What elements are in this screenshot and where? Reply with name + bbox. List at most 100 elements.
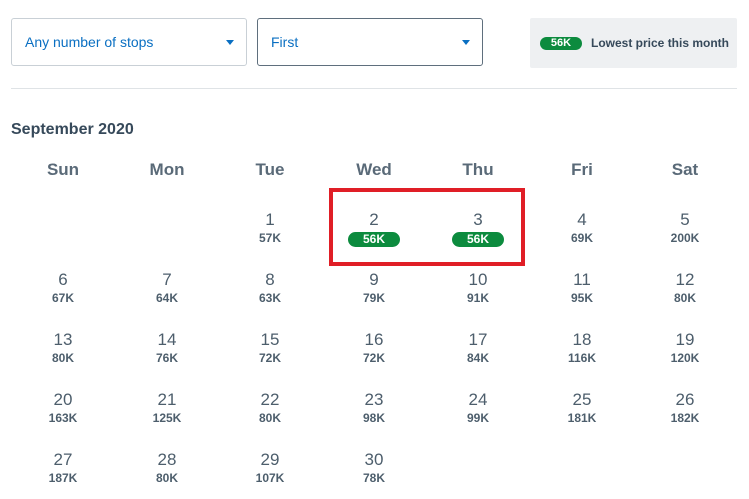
- day-price: 76K: [155, 351, 178, 365]
- stops-dropdown-value: Any number of stops: [25, 34, 154, 50]
- day-price: 200K: [670, 231, 700, 245]
- calendar-day[interactable]: 22 80K: [218, 390, 322, 426]
- day-price: 67K: [51, 291, 74, 305]
- day-price: 181K: [567, 411, 597, 425]
- day-number: 13: [53, 330, 73, 349]
- day-number: 30: [364, 450, 384, 469]
- calendar-day[interactable]: 6 67K: [11, 270, 115, 306]
- day-number: 12: [675, 270, 695, 289]
- day-number: 15: [260, 330, 280, 349]
- selection-highlight: [329, 188, 525, 266]
- calendar-day[interactable]: 12 80K: [633, 270, 737, 306]
- weekday-header: Fri: [571, 160, 593, 179]
- calendar-day[interactable]: 5 200K: [633, 210, 737, 246]
- day-price: 80K: [155, 471, 178, 485]
- day-number: 7: [162, 270, 172, 289]
- chevron-down-icon: [462, 39, 470, 45]
- calendar-day[interactable]: 16 72K: [322, 330, 426, 366]
- weekday-header: Wed: [356, 160, 392, 179]
- day-price: 78K: [362, 471, 385, 485]
- weekday-header: Thu: [462, 160, 494, 179]
- day-number: 22: [260, 390, 280, 409]
- cabin-class-dropdown-value: First: [271, 34, 299, 50]
- day-price: 80K: [258, 411, 281, 425]
- lowest-price-legend-label: Lowest price this month: [591, 36, 730, 50]
- calendar-day[interactable]: 11 95K: [530, 270, 634, 306]
- calendar-day[interactable]: 13 80K: [11, 330, 115, 366]
- day-number: 14: [157, 330, 177, 349]
- day-number: 21: [157, 390, 177, 409]
- day-number: 17: [468, 330, 488, 349]
- calendar-day[interactable]: 15 72K: [218, 330, 322, 366]
- weekday-header: Sat: [671, 160, 699, 179]
- day-number: 26: [675, 390, 695, 409]
- weekday-header: Tue: [255, 160, 285, 179]
- day-number: 19: [675, 330, 695, 349]
- cabin-class-dropdown[interactable]: First: [257, 18, 483, 66]
- day-price: 84K: [466, 351, 489, 365]
- calendar-day[interactable]: 7 64K: [115, 270, 219, 306]
- day-price: 63K: [258, 291, 281, 305]
- stops-dropdown[interactable]: Any number of stops: [11, 18, 247, 66]
- day-price: 182K: [670, 411, 700, 425]
- weekday-header: Mon: [149, 160, 185, 179]
- calendar-day[interactable]: 25 181K: [530, 390, 634, 426]
- day-number: 11: [573, 270, 591, 289]
- day-number: 8: [265, 270, 275, 289]
- day-number: 24: [468, 390, 488, 409]
- month-title: September 2020: [11, 121, 134, 138]
- lowest-price-legend: 56K Lowest price this month: [530, 18, 737, 68]
- calendar-day[interactable]: 26 182K: [633, 390, 737, 426]
- calendar-day[interactable]: 28 80K: [115, 450, 219, 486]
- day-price: 79K: [362, 291, 385, 305]
- day-price: 80K: [673, 291, 696, 305]
- day-price: 98K: [362, 411, 385, 425]
- day-price: 72K: [258, 351, 281, 365]
- day-number: 4: [577, 210, 587, 229]
- calendar-day[interactable]: 29 107K: [218, 450, 322, 486]
- day-price: 57K: [258, 231, 281, 245]
- calendar-day[interactable]: 10 91K: [426, 270, 530, 306]
- day-price: 116K: [567, 351, 597, 365]
- weekday-header: Sun: [46, 160, 80, 179]
- calendar-day[interactable]: 17 84K: [426, 330, 530, 366]
- day-number: 5: [680, 210, 690, 229]
- calendar-day[interactable]: 9 79K: [322, 270, 426, 306]
- day-price: 95K: [570, 291, 593, 305]
- day-number: 29: [260, 450, 280, 469]
- day-number: 23: [364, 390, 384, 409]
- lowest-price-badge: 56K: [540, 36, 582, 50]
- day-price: 69K: [570, 231, 593, 245]
- calendar-day[interactable]: 8 63K: [218, 270, 322, 306]
- calendar-day[interactable]: 19 120K: [633, 330, 737, 366]
- chevron-down-icon: [226, 39, 234, 45]
- calendar-day[interactable]: 20 163K: [11, 390, 115, 426]
- divider: [11, 88, 737, 89]
- day-price: 91K: [466, 291, 489, 305]
- calendar-day[interactable]: 4 69K: [530, 210, 634, 246]
- day-number: 16: [364, 330, 384, 349]
- day-price: 64K: [155, 291, 178, 305]
- calendar-day[interactable]: 24 99K: [426, 390, 530, 426]
- day-price: 163K: [48, 411, 78, 425]
- calendar-day[interactable]: 1 57K: [218, 210, 322, 246]
- day-price: 120K: [670, 351, 700, 365]
- day-price: 107K: [255, 471, 285, 485]
- calendar-day[interactable]: 18 116K: [530, 330, 634, 366]
- day-number: 10: [468, 270, 488, 289]
- calendar-day[interactable]: 23 98K: [322, 390, 426, 426]
- day-number: 25: [572, 390, 592, 409]
- calendar-day[interactable]: 14 76K: [115, 330, 219, 366]
- day-number: 6: [58, 270, 68, 289]
- day-price: 187K: [48, 471, 78, 485]
- day-number: 20: [53, 390, 73, 409]
- calendar-day[interactable]: 30 78K: [322, 450, 426, 486]
- calendar-day[interactable]: 27 187K: [11, 450, 115, 486]
- day-price: 80K: [51, 351, 74, 365]
- day-number: 18: [572, 330, 592, 349]
- day-price: 99K: [466, 411, 489, 425]
- day-number: 27: [53, 450, 73, 469]
- day-number: 9: [369, 270, 379, 289]
- day-number: 28: [157, 450, 177, 469]
- calendar-day[interactable]: 21 125K: [115, 390, 219, 426]
